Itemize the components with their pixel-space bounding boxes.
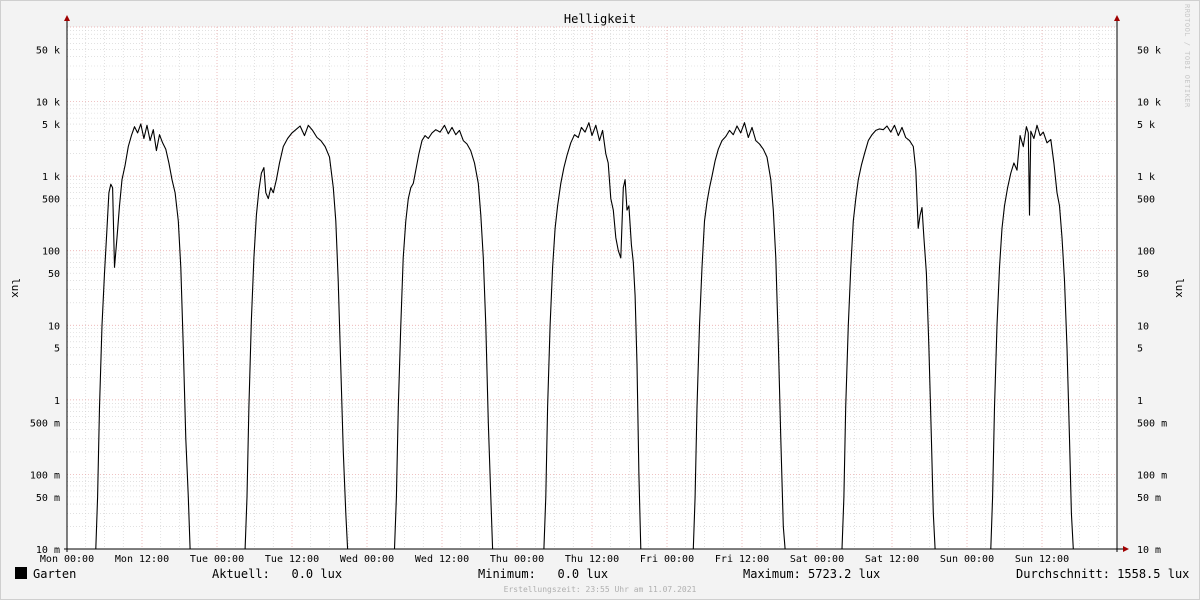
y-tick-label-right: 100 m <box>1137 470 1167 481</box>
legend-series-name: Garten <box>33 567 77 581</box>
y-tick-label-right: 5 k <box>1137 120 1155 131</box>
y-tick-label-left: 500 <box>42 195 60 206</box>
max-value: 5723.2 lux <box>808 567 881 581</box>
y-tick-label-right: 10 k <box>1137 98 1161 109</box>
y-tick-label-left: 1 k <box>42 172 60 183</box>
current-label: Aktuell: <box>212 567 270 581</box>
x-tick-label: Wed 00:00 <box>340 554 394 565</box>
y-tick-label-left: 50 m <box>36 493 60 504</box>
x-tick-label: Fri 12:00 <box>715 554 769 565</box>
x-tick-label: Sun 00:00 <box>940 554 994 565</box>
y-tick-label-left: 100 m <box>30 470 60 481</box>
x-tick-label: Thu 00:00 <box>490 554 544 565</box>
y-tick-label-left: 100 <box>42 247 60 258</box>
x-tick-label: Sat 00:00 <box>790 554 844 565</box>
x-tick-label: Fri 00:00 <box>640 554 694 565</box>
legend-swatch <box>15 567 27 579</box>
y-tick-label-right: 500 <box>1137 195 1155 206</box>
y-tick-label-right: 1 k <box>1137 172 1155 183</box>
x-tick-label: Sat 12:00 <box>865 554 919 565</box>
x-tick-label: Wed 12:00 <box>415 554 469 565</box>
legend-current: Aktuell: 0.0 lux <box>212 567 342 583</box>
min-label: Minimum: <box>478 567 536 581</box>
y-tick-label-right: 50 k <box>1137 45 1161 56</box>
y-tick-label-right: 10 <box>1137 321 1149 332</box>
max-label: Maximum: <box>743 567 801 581</box>
avg-label: Durchschnitt: <box>1016 567 1110 581</box>
y-tick-label-right: 50 m <box>1137 493 1161 504</box>
y-axis-label-right: lux <box>1173 278 1186 298</box>
y-tick-label-left: 1 <box>54 396 60 407</box>
y-tick-label-left: 500 m <box>30 418 60 429</box>
y-tick-label-right: 500 m <box>1137 418 1167 429</box>
y-tick-label-left: 50 k <box>36 45 60 56</box>
y-tick-label-right: 5 <box>1137 344 1143 355</box>
legend-maximum: Maximum: 5723.2 lux <box>743 567 880 583</box>
y-tick-label-right: 100 <box>1137 247 1155 258</box>
x-tick-label: Tue 00:00 <box>190 554 244 565</box>
legend-series: Garten <box>15 567 76 583</box>
y-axis-label-left: lux <box>9 278 22 298</box>
chart-frame: Helligkeit lux lux 50 k 50 k 10 k 10 k 5 k 5 … <box>0 0 1200 600</box>
y-tick-label-right: 1 <box>1137 396 1143 407</box>
legend-minimum: Minimum: 0.0 lux <box>478 567 608 583</box>
legend-average: Durchschnitt: 1558.5 lux <box>1016 567 1189 583</box>
y-tick-label-left: 10 k <box>36 98 60 109</box>
x-tick-label: Mon 12:00 <box>115 554 169 565</box>
y-tick-label-left: 5 <box>54 344 60 355</box>
x-tick-label: Sun 12:00 <box>1015 554 1069 565</box>
brightness-chart: Helligkeit lux lux 50 k 50 k 10 k 10 k 5 k 5 … <box>0 0 1200 600</box>
current-value: 0.0 lux <box>291 567 343 581</box>
x-tick-label: Tue 12:00 <box>265 554 319 565</box>
rrdtool-watermark: RRDTOOL / TOBI OETIKER <box>1183 4 1191 108</box>
chart-title: Helligkeit <box>564 12 636 26</box>
y-tick-label-left: 50 <box>48 269 60 280</box>
x-tick-label: Thu 12:00 <box>565 554 619 565</box>
creation-time-footer: Erstellungszeit: 23:55 Uhr am 11.07.2021 <box>503 585 697 594</box>
y-tick-label-left: 10 <box>48 321 60 332</box>
x-tick-label: Mon 00:00 <box>40 554 94 565</box>
y-tick-label-left: 5 k <box>42 120 60 131</box>
min-value: 0.0 lux <box>557 567 609 581</box>
y-tick-label-right: 10 m <box>1137 545 1161 556</box>
avg-value: 1558.5 lux <box>1117 567 1190 581</box>
y-tick-label-right: 50 <box>1137 269 1149 280</box>
